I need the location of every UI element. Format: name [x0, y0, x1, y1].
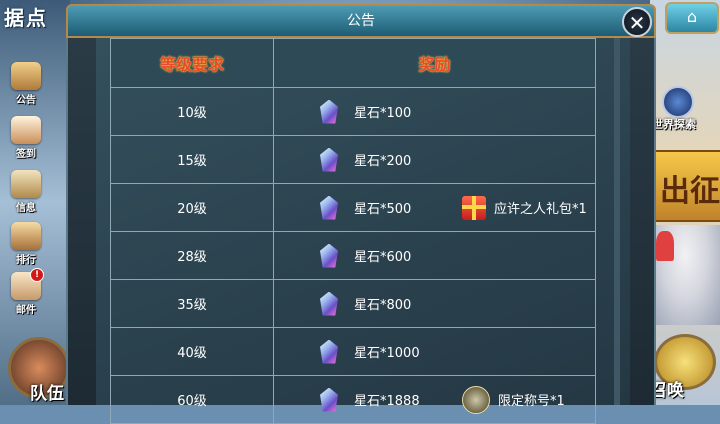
reward-text: 星石*800 — [354, 298, 412, 313]
gift-icon — [462, 195, 486, 220]
level-cell: 60级 — [110, 375, 274, 424]
check-in-button[interactable]: 签到 — [6, 116, 46, 160]
mail-label: 邮件 — [16, 305, 36, 316]
reward-cell: 星石*500 应许之人礼包*1 — [273, 183, 596, 232]
table-header-row: 等级要求 奖励 — [110, 38, 596, 88]
reward-text: 星石*600 — [354, 250, 412, 265]
hero-hair-ribbon — [656, 231, 674, 261]
table-row: 28级 星石*600 — [110, 231, 596, 280]
stronghold-title: 据点 — [4, 6, 48, 30]
ranking-label: 排行 — [16, 255, 36, 266]
reward-header: 奖励 — [273, 38, 596, 88]
world-orb-icon — [662, 86, 694, 118]
table-row: 60级 星石*1888 限定称号*1 — [110, 375, 596, 424]
mail-alert-badge: ! — [30, 268, 44, 282]
table-row: 10级 星石*100 — [110, 87, 596, 136]
calendar-icon — [11, 116, 41, 144]
dialog-title: 公告 — [347, 13, 375, 29]
table-row: 15级 星石*200 — [110, 135, 596, 184]
level-cell: 15级 — [110, 135, 274, 184]
team-label: 队伍 — [30, 384, 64, 404]
star-stone-icon — [320, 195, 338, 220]
dialog-body: 等级要求 奖励 10级 星石*100 15级 星石*200 20级 星石*500… — [66, 38, 656, 424]
reward-item: 星石*800 — [320, 291, 412, 316]
level-cell: 35级 — [110, 279, 274, 328]
close-button[interactable]: ✕ — [622, 7, 652, 37]
reward-cell: 星石*800 — [273, 279, 596, 328]
reward-item: 星石*600 — [320, 243, 412, 268]
dialog-scrollbar[interactable] — [614, 38, 620, 405]
reward-text: 星石*1000 — [354, 346, 420, 361]
reward-item: 星石*500 — [320, 195, 412, 220]
reward-text: 星石*500 — [354, 202, 412, 217]
reward-item: 应许之人礼包*1 — [462, 195, 587, 220]
star-stone-icon — [320, 387, 338, 412]
world-explore-label: 世界探索 — [652, 118, 696, 131]
info-button[interactable]: 信息 — [6, 170, 46, 214]
ranking-scroll-icon — [11, 222, 41, 250]
check-in-label: 签到 — [16, 149, 36, 160]
reward-item: 限定称号*1 — [462, 385, 565, 414]
reward-cell: 星石*1000 — [273, 327, 596, 376]
star-stone-icon — [320, 243, 338, 268]
star-stone-icon — [320, 99, 338, 124]
reward-text: 星石*200 — [354, 154, 412, 169]
reward-item: 星石*1888 — [320, 387, 420, 412]
reward-item: 星石*200 — [320, 147, 412, 172]
level-cell: 28级 — [110, 231, 274, 280]
info-label: 信息 — [16, 203, 36, 214]
announcement-dialog: 公告 ✕ 等级要求 奖励 10级 星石*100 15级 星石*200 20级 星… — [66, 4, 656, 424]
reward-text: 应许之人礼包*1 — [494, 202, 587, 217]
ranking-button[interactable]: 排行 — [6, 222, 46, 266]
reward-item: 星石*1000 — [320, 339, 420, 364]
team-button[interactable]: 队伍 — [0, 333, 70, 405]
level-cell: 20级 — [110, 183, 274, 232]
scroll-icon — [11, 170, 41, 198]
reward-cell: 星石*600 — [273, 231, 596, 280]
home-button[interactable]: ⌂ — [665, 2, 719, 34]
star-stone-icon — [320, 339, 338, 364]
reward-cell: 星石*200 — [273, 135, 596, 184]
mail-button[interactable]: ! 邮件 — [6, 268, 46, 316]
reward-text: 星石*100 — [354, 106, 412, 121]
table-row: 40级 星石*1000 — [110, 327, 596, 376]
expedition-button[interactable]: 出征 — [652, 150, 720, 222]
world-explore-button[interactable]: 世界探索 — [652, 86, 720, 136]
star-stone-icon — [320, 147, 338, 172]
reward-cell: 星石*100 — [273, 87, 596, 136]
star-stone-icon — [320, 291, 338, 316]
level-requirement-header: 等级要求 — [110, 38, 274, 88]
level-cell: 40级 — [110, 327, 274, 376]
level-cell: 10级 — [110, 87, 274, 136]
title-badge-icon — [462, 385, 490, 414]
table-row: 20级 星石*500 应许之人礼包*1 — [110, 183, 596, 232]
reward-item: 星石*100 — [320, 99, 412, 124]
expedition-label: 出征 — [660, 174, 720, 209]
reward-cell: 星石*1888 限定称号*1 — [273, 375, 596, 424]
reward-table: 等级要求 奖励 10级 星石*100 15级 星石*200 20级 星石*500… — [110, 38, 596, 424]
megaphone-icon — [11, 62, 41, 90]
announcement-button[interactable]: 公告 — [6, 62, 46, 106]
reward-text: 限定称号*1 — [498, 394, 565, 409]
reward-text: 星石*1888 — [354, 394, 420, 409]
table-row: 35级 星石*800 — [110, 279, 596, 328]
hero-portrait — [650, 225, 720, 325]
announcement-label: 公告 — [16, 95, 36, 106]
